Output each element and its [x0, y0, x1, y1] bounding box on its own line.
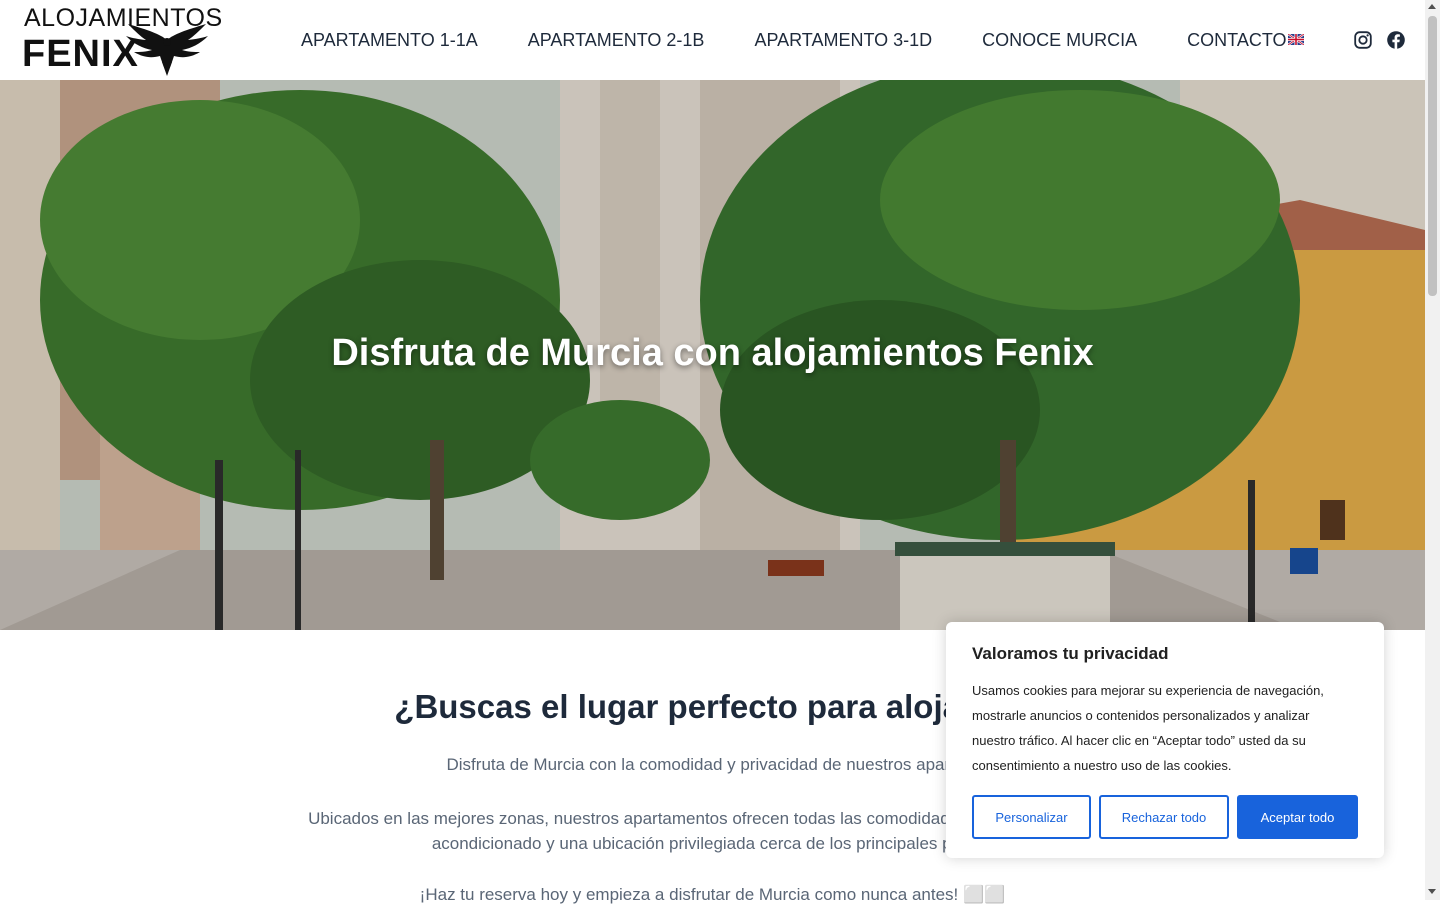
- nav-apartamento-3-1d[interactable]: APARTAMENTO 3-1D: [729, 30, 957, 51]
- cookie-description: Usamos cookies para mejorar su experienc…: [972, 683, 1324, 773]
- uk-flag-icon[interactable]: [1288, 34, 1304, 45]
- reject-all-cookies-button[interactable]: Rechazar todo: [1099, 795, 1229, 839]
- scroll-up-arrow-icon[interactable]: [1428, 4, 1436, 9]
- instagram-icon[interactable]: [1354, 31, 1372, 49]
- cookie-title: Valoramos tu privacidad: [972, 644, 1169, 663]
- cookie-consent-banner: Valoramos tu privacidad Usamos cookies p…: [946, 622, 1384, 858]
- hero-banner: Disfruta de Murcia con alojamientos Feni…: [0, 80, 1425, 630]
- facebook-icon[interactable]: [1387, 31, 1405, 49]
- phoenix-logo-icon: [126, 24, 208, 76]
- accept-all-cookies-button[interactable]: Aceptar todo: [1237, 795, 1358, 839]
- page-scrollbar[interactable]: [1425, 0, 1440, 900]
- nav-apartamento-2-1b[interactable]: APARTAMENTO 2-1B: [503, 30, 730, 51]
- scroll-down-arrow-icon[interactable]: [1428, 889, 1436, 894]
- amenities-line-2: acondicionado y una ubicación privilegia…: [431, 834, 994, 853]
- nav-conoce-murcia[interactable]: CONOCE MURCIA: [957, 30, 1162, 51]
- booking-cta-paragraph: ¡Haz tu reserva hoy y empieza a disfruta…: [419, 885, 1006, 904]
- customize-cookies-button[interactable]: Personalizar: [972, 795, 1091, 839]
- scrollbar-thumb[interactable]: [1428, 16, 1437, 296]
- site-header: ALOJAMIENTOS FENIX APARTAMENTO 1-1A APAR…: [0, 0, 1425, 80]
- site-logo[interactable]: ALOJAMIENTOS FENIX: [22, 4, 222, 76]
- main-navigation: APARTAMENTO 1-1A APARTAMENTO 2-1B APARTA…: [276, 0, 1312, 80]
- hero-title: Disfruta de Murcia con alojamientos Feni…: [331, 332, 1094, 374]
- nav-apartamento-1-1a[interactable]: APARTAMENTO 1-1A: [276, 30, 503, 51]
